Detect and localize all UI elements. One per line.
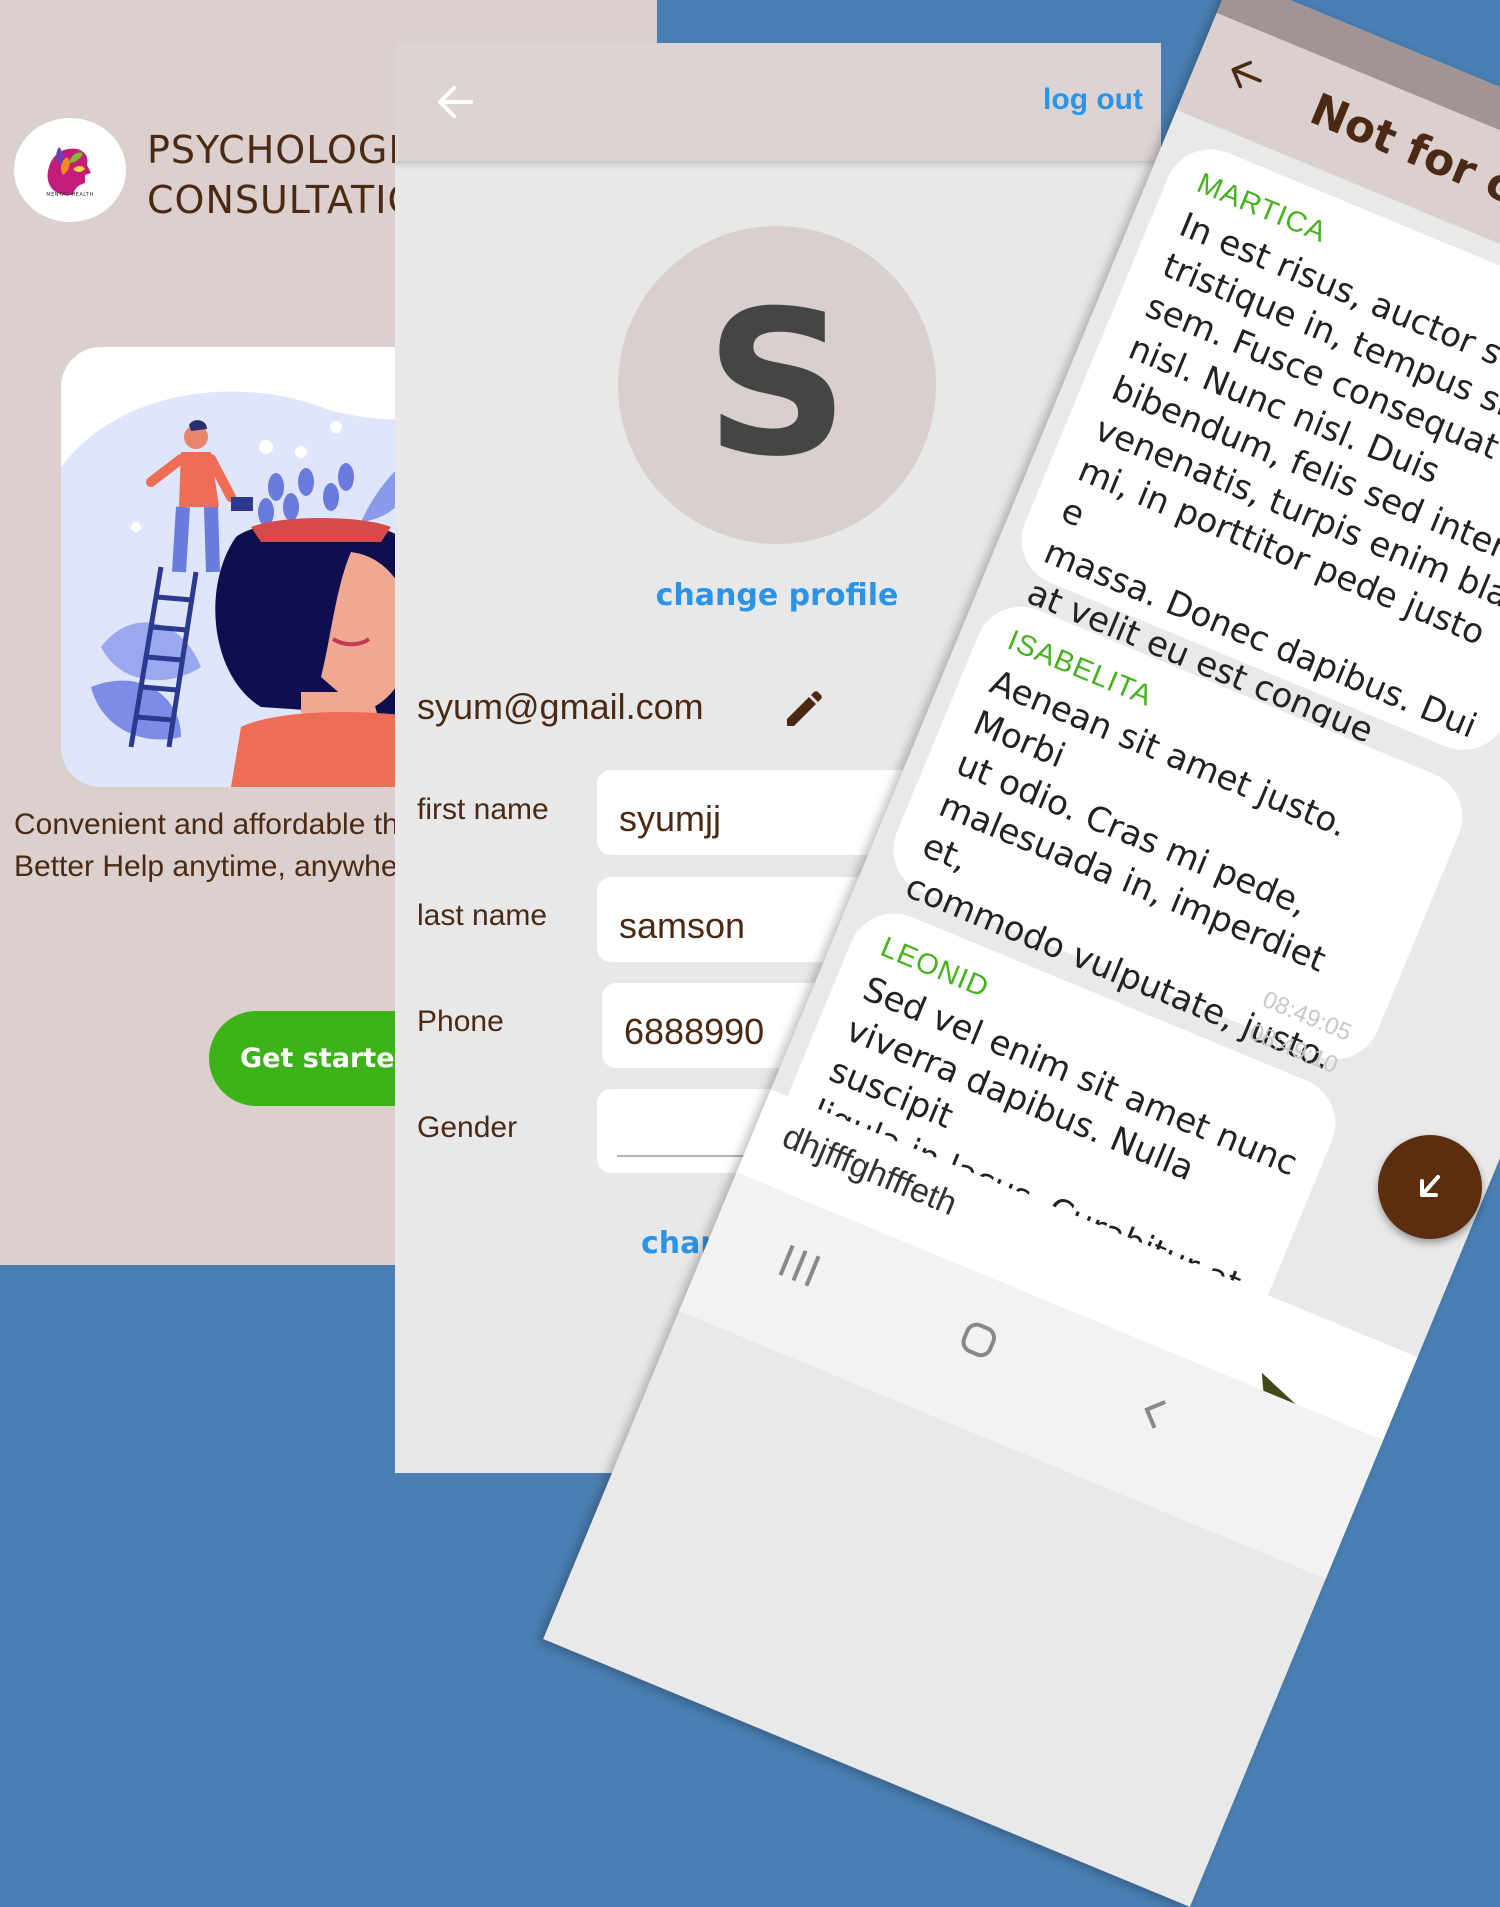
recents-icon[interactable] (772, 1239, 828, 1293)
first-name-label: first name (417, 793, 549, 826)
phone-label: Phone (417, 1005, 504, 1038)
profile-app-bar: log out (395, 43, 1161, 161)
back-arrow-icon[interactable] (1222, 51, 1271, 99)
email-display: syum@gmail.com (417, 686, 704, 727)
gender-label: Gender (417, 1111, 518, 1144)
back-nav-icon[interactable] (1133, 1390, 1174, 1435)
pencil-icon[interactable] (781, 688, 825, 732)
arrow-down-left-icon (1420, 1175, 1440, 1197)
last-name-label: last name (417, 899, 548, 932)
app-logo: MENTAL HEALTH (14, 118, 126, 222)
logout-link[interactable]: log out (1043, 83, 1143, 117)
home-icon[interactable] (955, 1316, 1002, 1363)
back-arrow-icon[interactable] (435, 83, 475, 121)
logo-caption: MENTAL HEALTH (46, 192, 94, 198)
avatar[interactable]: S (618, 226, 936, 544)
avatar-initial: S (704, 268, 850, 501)
tagline-line2: Better Help anytime, anywhere. (14, 850, 433, 883)
scroll-down-button[interactable] (1378, 1135, 1482, 1239)
